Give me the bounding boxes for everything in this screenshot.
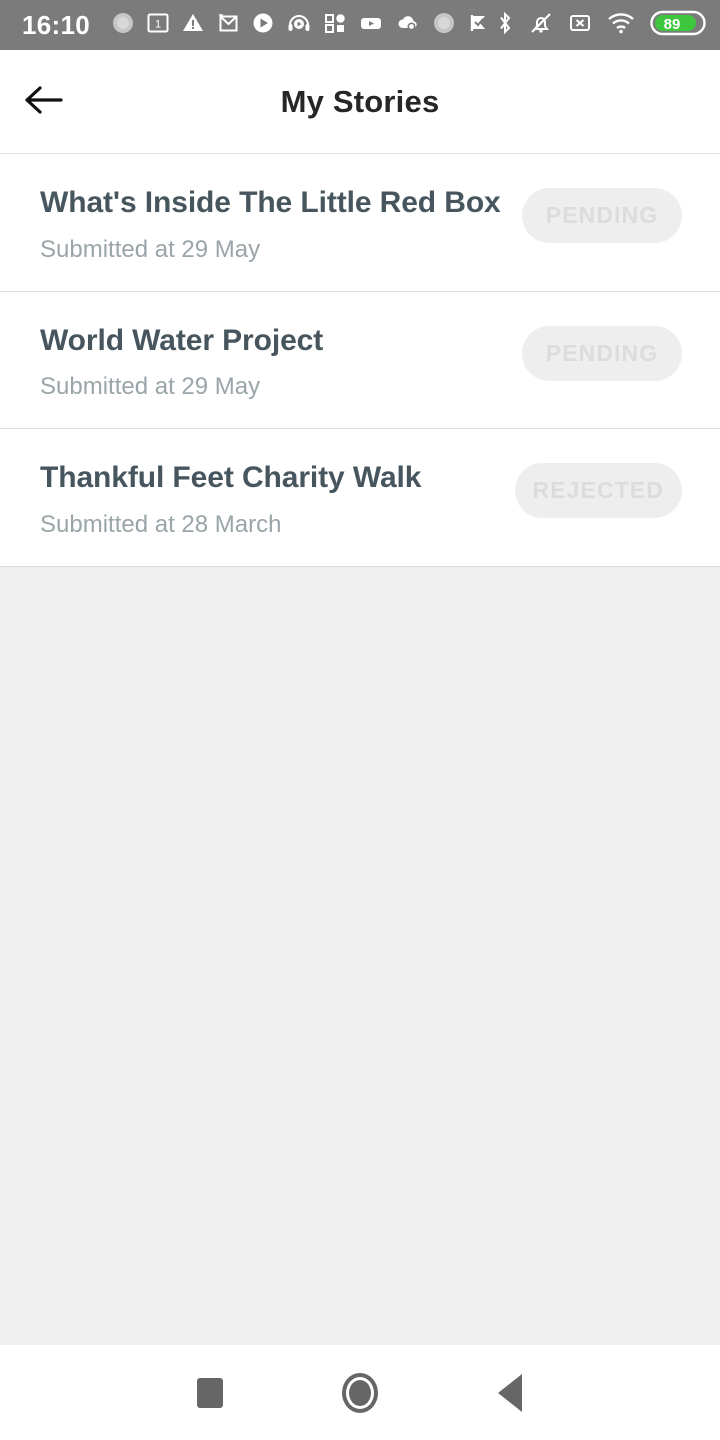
status-badge: PENDING bbox=[522, 325, 682, 381]
svg-text:1: 1 bbox=[155, 18, 161, 30]
nav-back-button[interactable] bbox=[435, 1345, 585, 1440]
headphones-play-icon bbox=[287, 12, 311, 39]
status-bar: 16:10 1 89 bbox=[0, 0, 720, 50]
story-list-item[interactable]: What's Inside The Little Red Box Submitt… bbox=[0, 154, 720, 292]
gradient-circle-icon bbox=[112, 12, 134, 39]
status-badge: REJECTED bbox=[514, 463, 682, 519]
phone-screen: 16:10 1 89 My Stories What's Inside The … bbox=[0, 0, 720, 1440]
back-button[interactable] bbox=[8, 67, 78, 137]
bluetooth-icon bbox=[496, 11, 514, 40]
check-flag-icon bbox=[468, 12, 490, 39]
calendar-day-1-icon: 1 bbox=[147, 12, 169, 39]
story-text-block: Thankful Feet Charity Walk Submitted at … bbox=[40, 457, 515, 540]
battery-level-text: 89 bbox=[664, 16, 681, 33]
sd-card-x-icon bbox=[568, 11, 592, 40]
story-text-block: What's Inside The Little Red Box Submitt… bbox=[40, 182, 522, 265]
status-bar-notification-icons: 1 bbox=[112, 12, 490, 39]
app-bar: My Stories bbox=[0, 50, 720, 154]
warning-triangle-icon bbox=[182, 12, 204, 39]
mute-bell-icon bbox=[529, 11, 553, 40]
status-bar-clock: 16:10 bbox=[22, 10, 90, 40]
apps-grid-icon bbox=[324, 12, 346, 39]
wifi-icon bbox=[607, 11, 635, 40]
story-submitted-date: Submitted at 29 May bbox=[40, 373, 261, 401]
story-title: What's Inside The Little Red Box bbox=[40, 186, 501, 219]
story-title: Thankful Feet Charity Walk bbox=[40, 461, 422, 495]
status-badge: PENDING bbox=[522, 188, 682, 243]
gmail-icon bbox=[217, 12, 239, 39]
square-icon bbox=[197, 1377, 223, 1408]
story-title: World Water Project bbox=[40, 323, 324, 357]
story-text-block: World Water Project Submitted at 29 May bbox=[40, 320, 522, 403]
recents-button[interactable] bbox=[135, 1345, 285, 1440]
youtube-icon bbox=[359, 12, 383, 39]
story-list-item[interactable]: World Water Project Submitted at 29 May … bbox=[0, 291, 720, 430]
play-store-icon bbox=[252, 12, 274, 39]
back-arrow-icon bbox=[21, 81, 65, 122]
story-list-item[interactable]: Thankful Feet Charity Walk Submitted at … bbox=[0, 429, 720, 567]
gradient-circle-icon-2 bbox=[433, 12, 455, 39]
story-submitted-date: Submitted at 28 March bbox=[40, 510, 282, 538]
stories-list: What's Inside The Little Red Box Submitt… bbox=[0, 154, 720, 567]
cloud-sync-icon bbox=[396, 12, 420, 39]
status-bar-system-icons: 89 bbox=[496, 9, 706, 42]
home-button[interactable] bbox=[285, 1345, 435, 1440]
page-title: My Stories bbox=[280, 83, 440, 119]
empty-content-area bbox=[0, 566, 720, 1345]
battery-icon: 89 bbox=[650, 9, 706, 42]
triangle-left-icon bbox=[498, 1373, 522, 1412]
story-submitted-date: Submitted at 29 May bbox=[40, 235, 261, 263]
circle-icon bbox=[342, 1372, 378, 1413]
android-navigation-bar bbox=[0, 1345, 720, 1440]
